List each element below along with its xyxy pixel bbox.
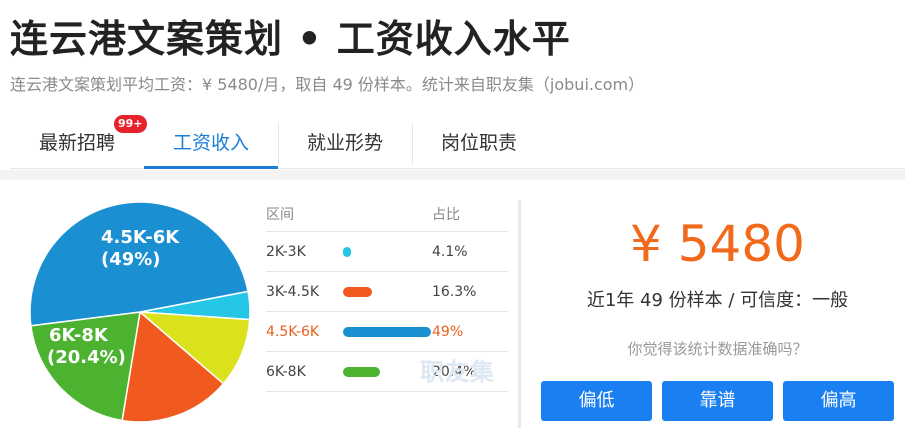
table-row: 4.5K-6K 49% bbox=[266, 312, 508, 352]
row-share: 49% bbox=[432, 324, 464, 340]
tab-salary[interactable]: 工资收入 bbox=[144, 117, 278, 169]
row-range: 6K-8K bbox=[266, 364, 306, 380]
tab-duties[interactable]: 岗位职责 bbox=[412, 117, 546, 169]
share-bar bbox=[343, 327, 431, 337]
column-divider bbox=[518, 200, 521, 428]
vote-reliable-button[interactable]: 靠谱 bbox=[662, 381, 773, 421]
average-salary: ¥ 5480 bbox=[630, 215, 805, 273]
row-range: 3K-4.5K bbox=[266, 284, 320, 300]
pie-label-second-pct: (20.4%) bbox=[47, 347, 126, 368]
table-row: 2K-3K 4.1% bbox=[266, 232, 508, 272]
accuracy-question: 你觉得该统计数据准确吗？ bbox=[627, 340, 808, 358]
section-divider bbox=[0, 170, 905, 180]
salary-pie-chart: 4.5K-6K (49%) 6K-8K (20.4%) bbox=[29, 201, 251, 423]
row-range: 2K-3K bbox=[266, 244, 306, 260]
page-title: 连云港文案策划 • 工资收入水平 bbox=[10, 17, 571, 61]
tab-employment[interactable]: 就业形势 bbox=[278, 117, 412, 169]
row-range: 4.5K-6K bbox=[266, 324, 320, 340]
header-range: 区间 bbox=[266, 207, 294, 223]
tab-label: 岗位职责 bbox=[440, 132, 517, 154]
pie-label-big-range: 4.5K-6K bbox=[101, 227, 180, 248]
page-subtitle: 连云港文案策划平均工资：¥ 5480/月，取自 49 份样本。统计来自职友集（j… bbox=[10, 75, 645, 94]
tab-label: 最新招聘 bbox=[38, 132, 115, 154]
header-share: 占比 bbox=[432, 207, 460, 223]
tab-bar: 最新招聘 99+ 工资收入 就业形势 岗位职责 bbox=[10, 115, 905, 169]
table-header: 区间 占比 bbox=[266, 198, 508, 232]
watermark: 职友集 bbox=[420, 358, 495, 386]
share-bar bbox=[343, 287, 372, 297]
count-badge: 99+ bbox=[114, 115, 147, 133]
pie-label-big-pct: (49%) bbox=[101, 249, 161, 270]
table-row: 3K-4.5K 16.3% bbox=[266, 272, 508, 312]
share-bar bbox=[343, 367, 380, 377]
row-share: 4.1% bbox=[432, 244, 468, 260]
row-share: 16.3% bbox=[432, 284, 477, 300]
tab-label: 工资收入 bbox=[172, 132, 249, 154]
vote-high-button[interactable]: 偏高 bbox=[783, 381, 894, 421]
share-bar bbox=[343, 247, 351, 257]
sample-info: 近1年 49 份样本 / 可信度：一般 bbox=[586, 290, 849, 311]
salary-summary: ¥ 5480 近1年 49 份样本 / 可信度：一般 你觉得该统计数据准确吗？ … bbox=[530, 180, 905, 428]
tab-label: 就业形势 bbox=[306, 132, 383, 154]
pie-label-second-range: 6K-8K bbox=[49, 325, 109, 346]
vote-low-button[interactable]: 偏低 bbox=[541, 381, 652, 421]
